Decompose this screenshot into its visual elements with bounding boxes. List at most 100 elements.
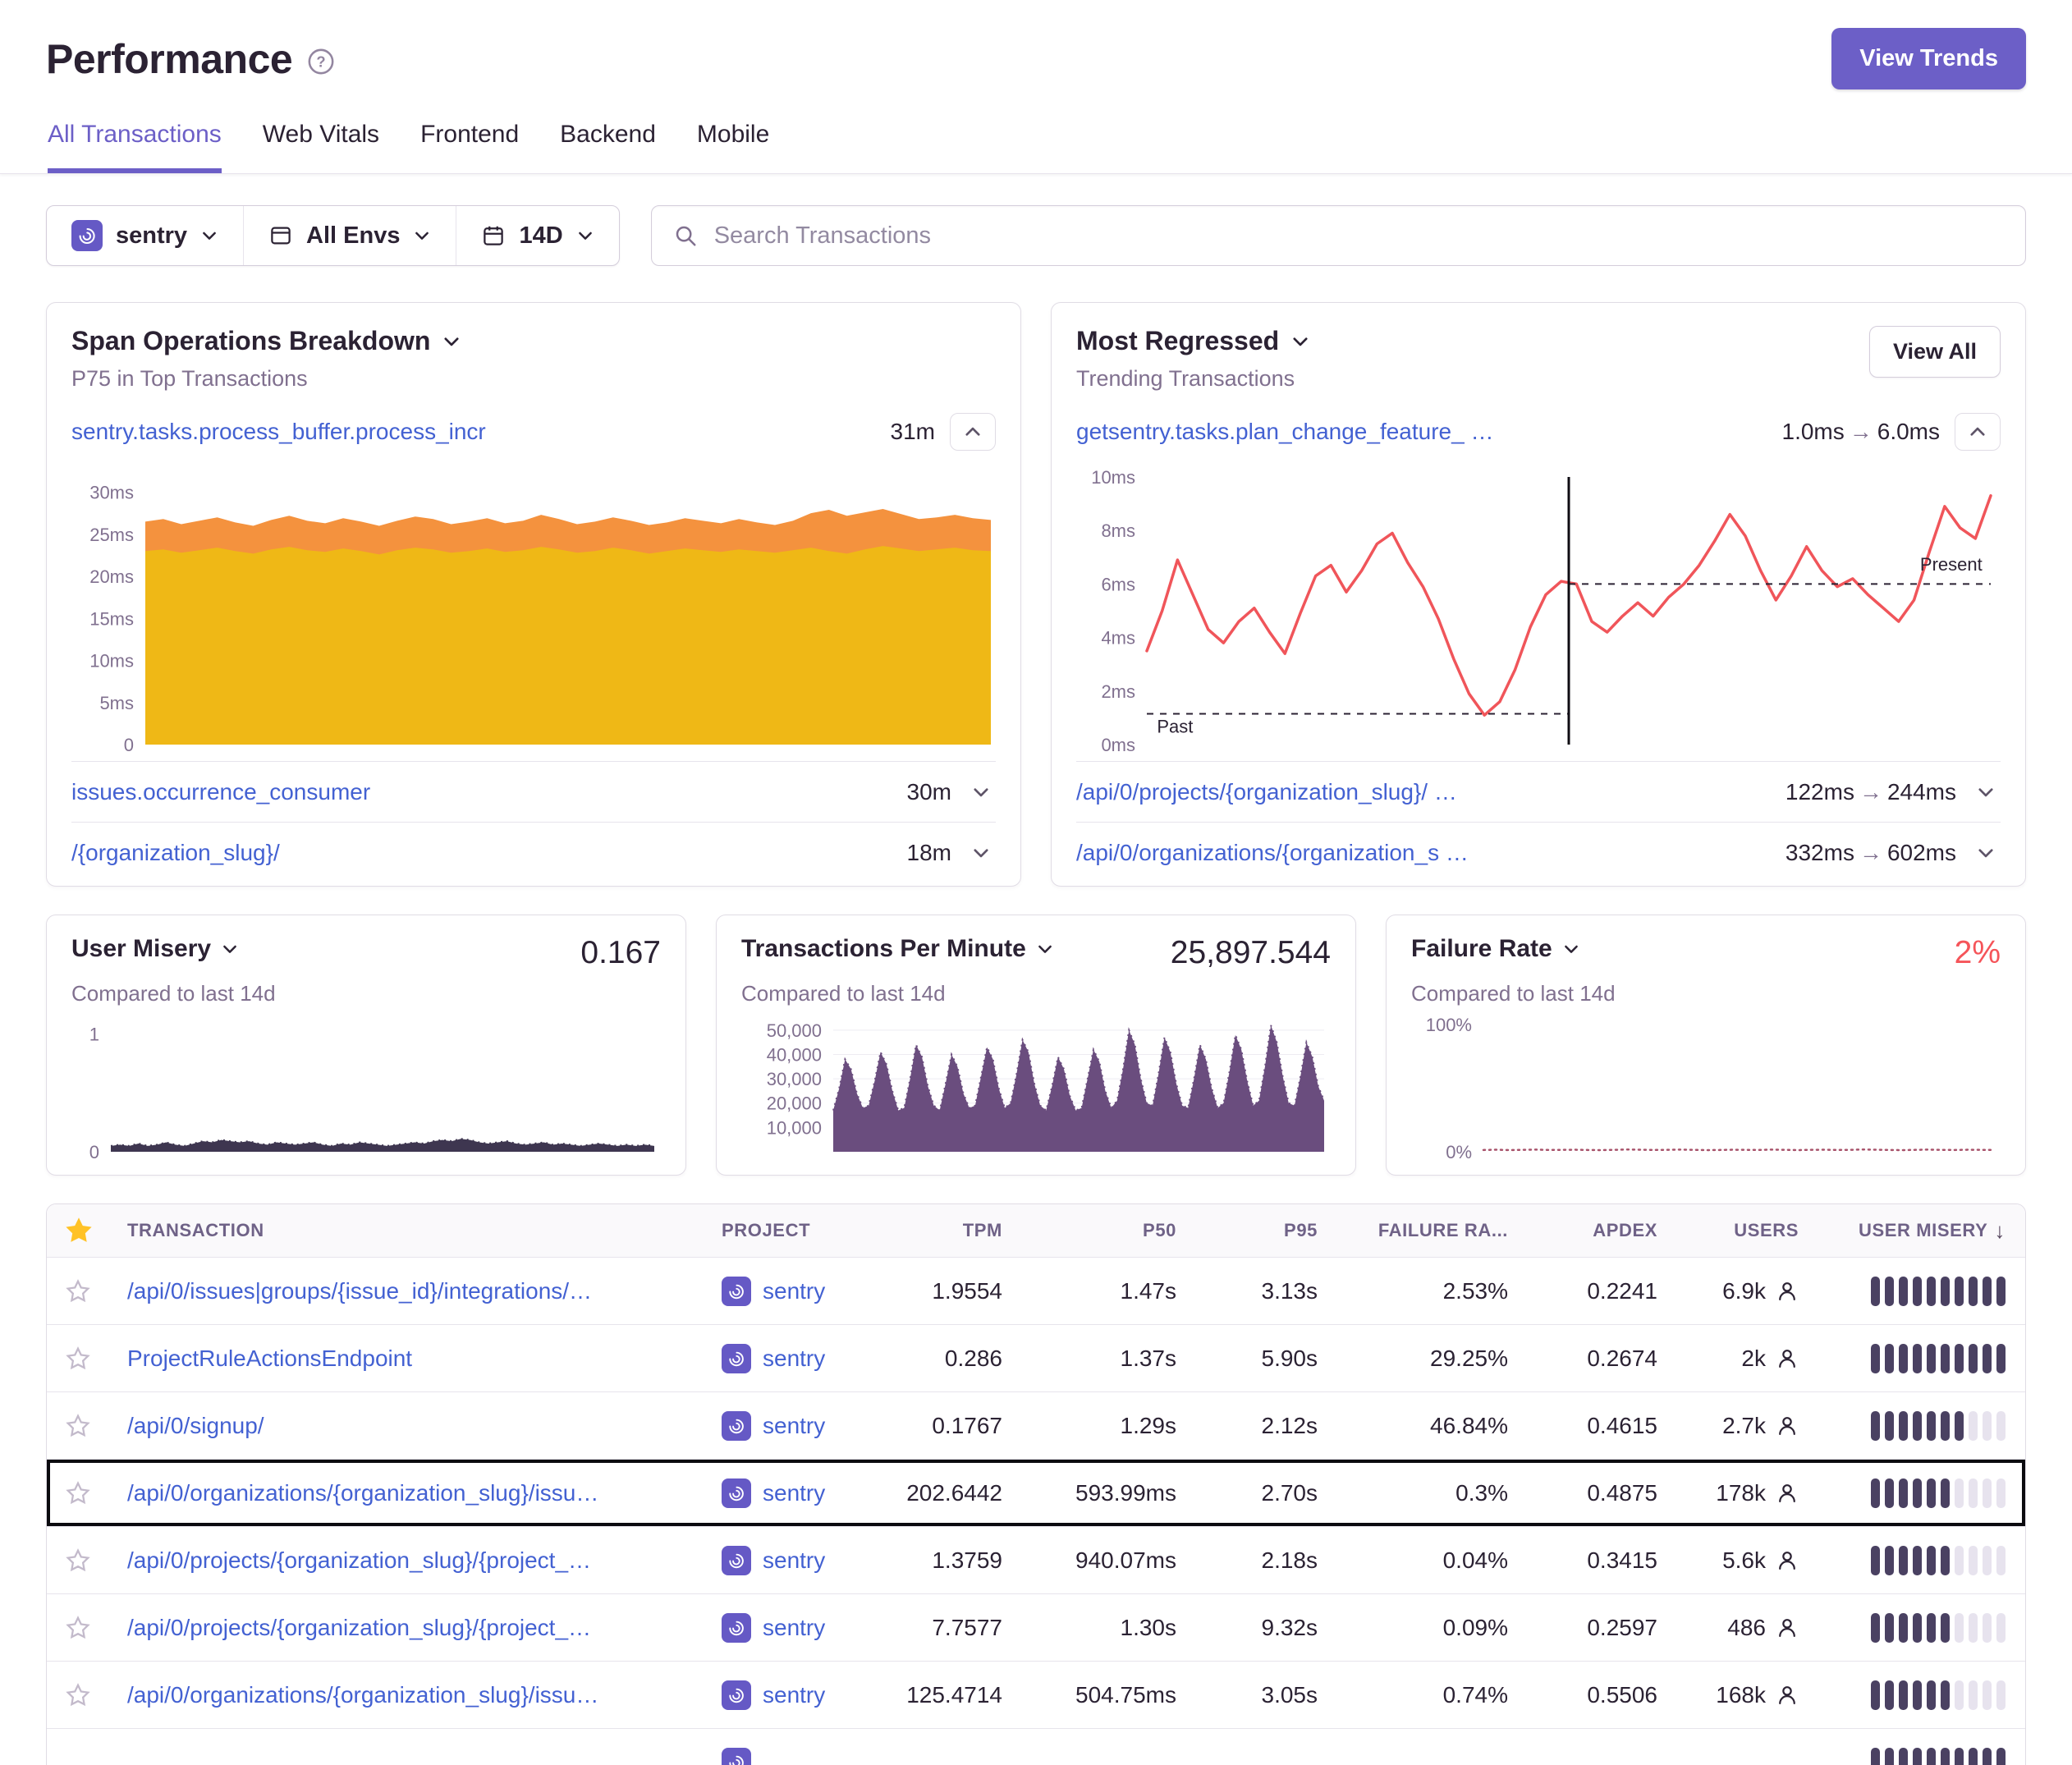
star-icon[interactable] [65, 1346, 91, 1372]
column-header-tpm[interactable]: TPM [881, 1220, 1022, 1241]
tpm-dropdown[interactable]: Transactions Per Minute [741, 935, 1054, 963]
project-link[interactable]: sentry [763, 1346, 825, 1372]
column-header-p50[interactable]: P50 [1022, 1220, 1196, 1241]
regressed-transaction-link[interactable]: getsentry.tasks.plan_change_feature_ … [1076, 419, 1767, 445]
star-icon[interactable] [65, 1413, 91, 1439]
transaction-link[interactable]: /api/0/projects/{organization_slug}/{pro… [127, 1615, 591, 1640]
star-icon[interactable] [65, 1547, 91, 1574]
svg-text:1: 1 [89, 1024, 99, 1044]
project-link[interactable]: sentry [763, 1682, 825, 1708]
svg-text:Past: Past [1157, 716, 1193, 736]
view-all-button[interactable]: View All [1869, 326, 2001, 378]
transaction-link[interactable]: /api/0/organizations/{organization_slug}… [127, 1480, 598, 1506]
column-header-transaction[interactable]: TRANSACTION [108, 1220, 702, 1241]
column-header-favorites[interactable] [47, 1217, 108, 1245]
star-icon[interactable] [65, 1278, 91, 1304]
table-row [47, 1728, 2025, 1765]
project-link[interactable]: sentry [763, 1547, 825, 1574]
span-operations-dropdown[interactable]: Span Operations Breakdown [71, 326, 461, 356]
expand-button[interactable] [966, 777, 996, 807]
tpm-value: 202.6442 [881, 1480, 1022, 1506]
user-misery-bars [1871, 1411, 2006, 1441]
star-icon[interactable] [65, 1682, 91, 1708]
column-header-p95[interactable]: P95 [1196, 1220, 1337, 1241]
svg-text:5ms: 5ms [99, 693, 134, 713]
tab-web-vitals[interactable]: Web Vitals [263, 121, 379, 173]
apdex-value: 0.4875 [1528, 1480, 1677, 1506]
project-link[interactable]: sentry [763, 1480, 825, 1506]
person-icon [1776, 1616, 1799, 1639]
project-link[interactable]: sentry [763, 1615, 825, 1641]
date-range-filter[interactable]: 14D [456, 206, 618, 265]
user-misery-bars [1871, 1613, 2006, 1643]
p50-value: 504.75ms [1022, 1682, 1196, 1708]
apdex-value: 0.2241 [1528, 1278, 1677, 1304]
project-filter[interactable]: sentry [47, 206, 243, 265]
page-content: sentry All Envs 14D [0, 174, 2072, 1765]
sentry-project-icon [722, 1613, 751, 1643]
apdex-value: 0.2674 [1528, 1346, 1677, 1372]
table-row: /api/0/signup/ sentry 0.1767 1.29s 2.12s… [47, 1391, 2025, 1459]
failure-rate-value: 46.84% [1337, 1413, 1528, 1439]
project-link[interactable]: sentry [763, 1413, 825, 1439]
view-trends-button[interactable]: View Trends [1831, 28, 2026, 89]
column-header-users[interactable]: USERS [1677, 1220, 1818, 1241]
expand-button[interactable] [1971, 838, 2001, 868]
column-header-project[interactable]: PROJECT [702, 1220, 881, 1241]
tpm-subtitle: Compared to last 14d [741, 981, 1331, 1006]
collapse-button[interactable] [1955, 413, 2001, 451]
regression-to: 244ms [1887, 779, 1956, 805]
person-icon [1776, 1684, 1799, 1707]
regression-item: /api/0/projects/{organization_slug}/ … 1… [1076, 761, 2001, 822]
users-count: 168k [1716, 1682, 1766, 1708]
users-count: 486 [1727, 1615, 1766, 1641]
span-op-link[interactable]: issues.occurrence_consumer [71, 779, 892, 805]
star-icon[interactable] [65, 1615, 91, 1641]
column-header-failure-rate[interactable]: FAILURE RA... [1337, 1220, 1528, 1241]
chevron-down-icon [1976, 843, 1996, 863]
transaction-link[interactable]: ProjectRuleActionsEndpoint [127, 1346, 412, 1371]
transaction-link[interactable]: /api/0/signup/ [127, 1413, 264, 1438]
users-count: 2.7k [1722, 1413, 1766, 1439]
p50-value: 940.07ms [1022, 1547, 1196, 1574]
person-icon [1776, 1347, 1799, 1370]
regression-from: 122ms [1785, 779, 1854, 805]
help-icon[interactable]: ? [307, 48, 335, 76]
collapse-button[interactable] [950, 413, 996, 451]
tab-all-transactions[interactable]: All Transactions [48, 121, 222, 173]
user-misery-dropdown[interactable]: User Misery [71, 935, 239, 963]
most-regressed-dropdown[interactable]: Most Regressed [1076, 326, 1310, 356]
project-link[interactable]: sentry [763, 1278, 825, 1304]
p95-value: 3.05s [1196, 1682, 1337, 1708]
sentry-project-icon [722, 1478, 751, 1508]
person-icon [1776, 1414, 1799, 1437]
failure-rate-dropdown[interactable]: Failure Rate [1411, 935, 1580, 963]
tab-mobile[interactable]: Mobile [697, 121, 769, 173]
p95-value: 3.13s [1196, 1278, 1337, 1304]
expand-button[interactable] [966, 838, 996, 868]
span-op-link[interactable]: /{organization_slug}/ [71, 840, 892, 866]
transaction-link[interactable]: /api/0/organizations/{organization_slug}… [127, 1682, 598, 1708]
search-input[interactable] [714, 222, 2004, 250]
star-icon[interactable] [65, 1480, 91, 1506]
transaction-link[interactable]: /api/0/projects/{organization_slug}/{pro… [127, 1547, 591, 1573]
regression-from: 332ms [1785, 840, 1854, 865]
svg-text:10ms: 10ms [1091, 467, 1135, 488]
failure-rate-subtitle: Compared to last 14d [1411, 981, 2001, 1006]
column-header-user-misery[interactable]: USER MISERY ↓ [1818, 1218, 2025, 1244]
tpm-title: Transactions Per Minute [741, 935, 1026, 963]
environment-filter[interactable]: All Envs [243, 206, 456, 265]
regressed-transaction-link[interactable]: /api/0/projects/{organization_slug}/ … [1076, 779, 1771, 805]
user-misery-bars [1871, 1680, 2006, 1710]
expand-button[interactable] [1971, 777, 2001, 807]
user-misery-bars [1871, 1344, 2006, 1373]
span-op-link[interactable]: sentry.tasks.process_buffer.process_incr [71, 419, 876, 445]
column-header-apdex[interactable]: APDEX [1528, 1220, 1677, 1241]
tab-frontend[interactable]: Frontend [420, 121, 519, 173]
performance-page: Performance ? View Trends All Transactio… [0, 0, 2072, 1765]
regressed-transaction-link[interactable]: /api/0/organizations/{organization_s … [1076, 840, 1771, 866]
tab-backend[interactable]: Backend [560, 121, 656, 173]
svg-text:10,000: 10,000 [767, 1117, 822, 1138]
svg-text:30,000: 30,000 [767, 1069, 822, 1089]
transaction-link[interactable]: /api/0/issues|groups/{issue_id}/integrat… [127, 1278, 592, 1304]
